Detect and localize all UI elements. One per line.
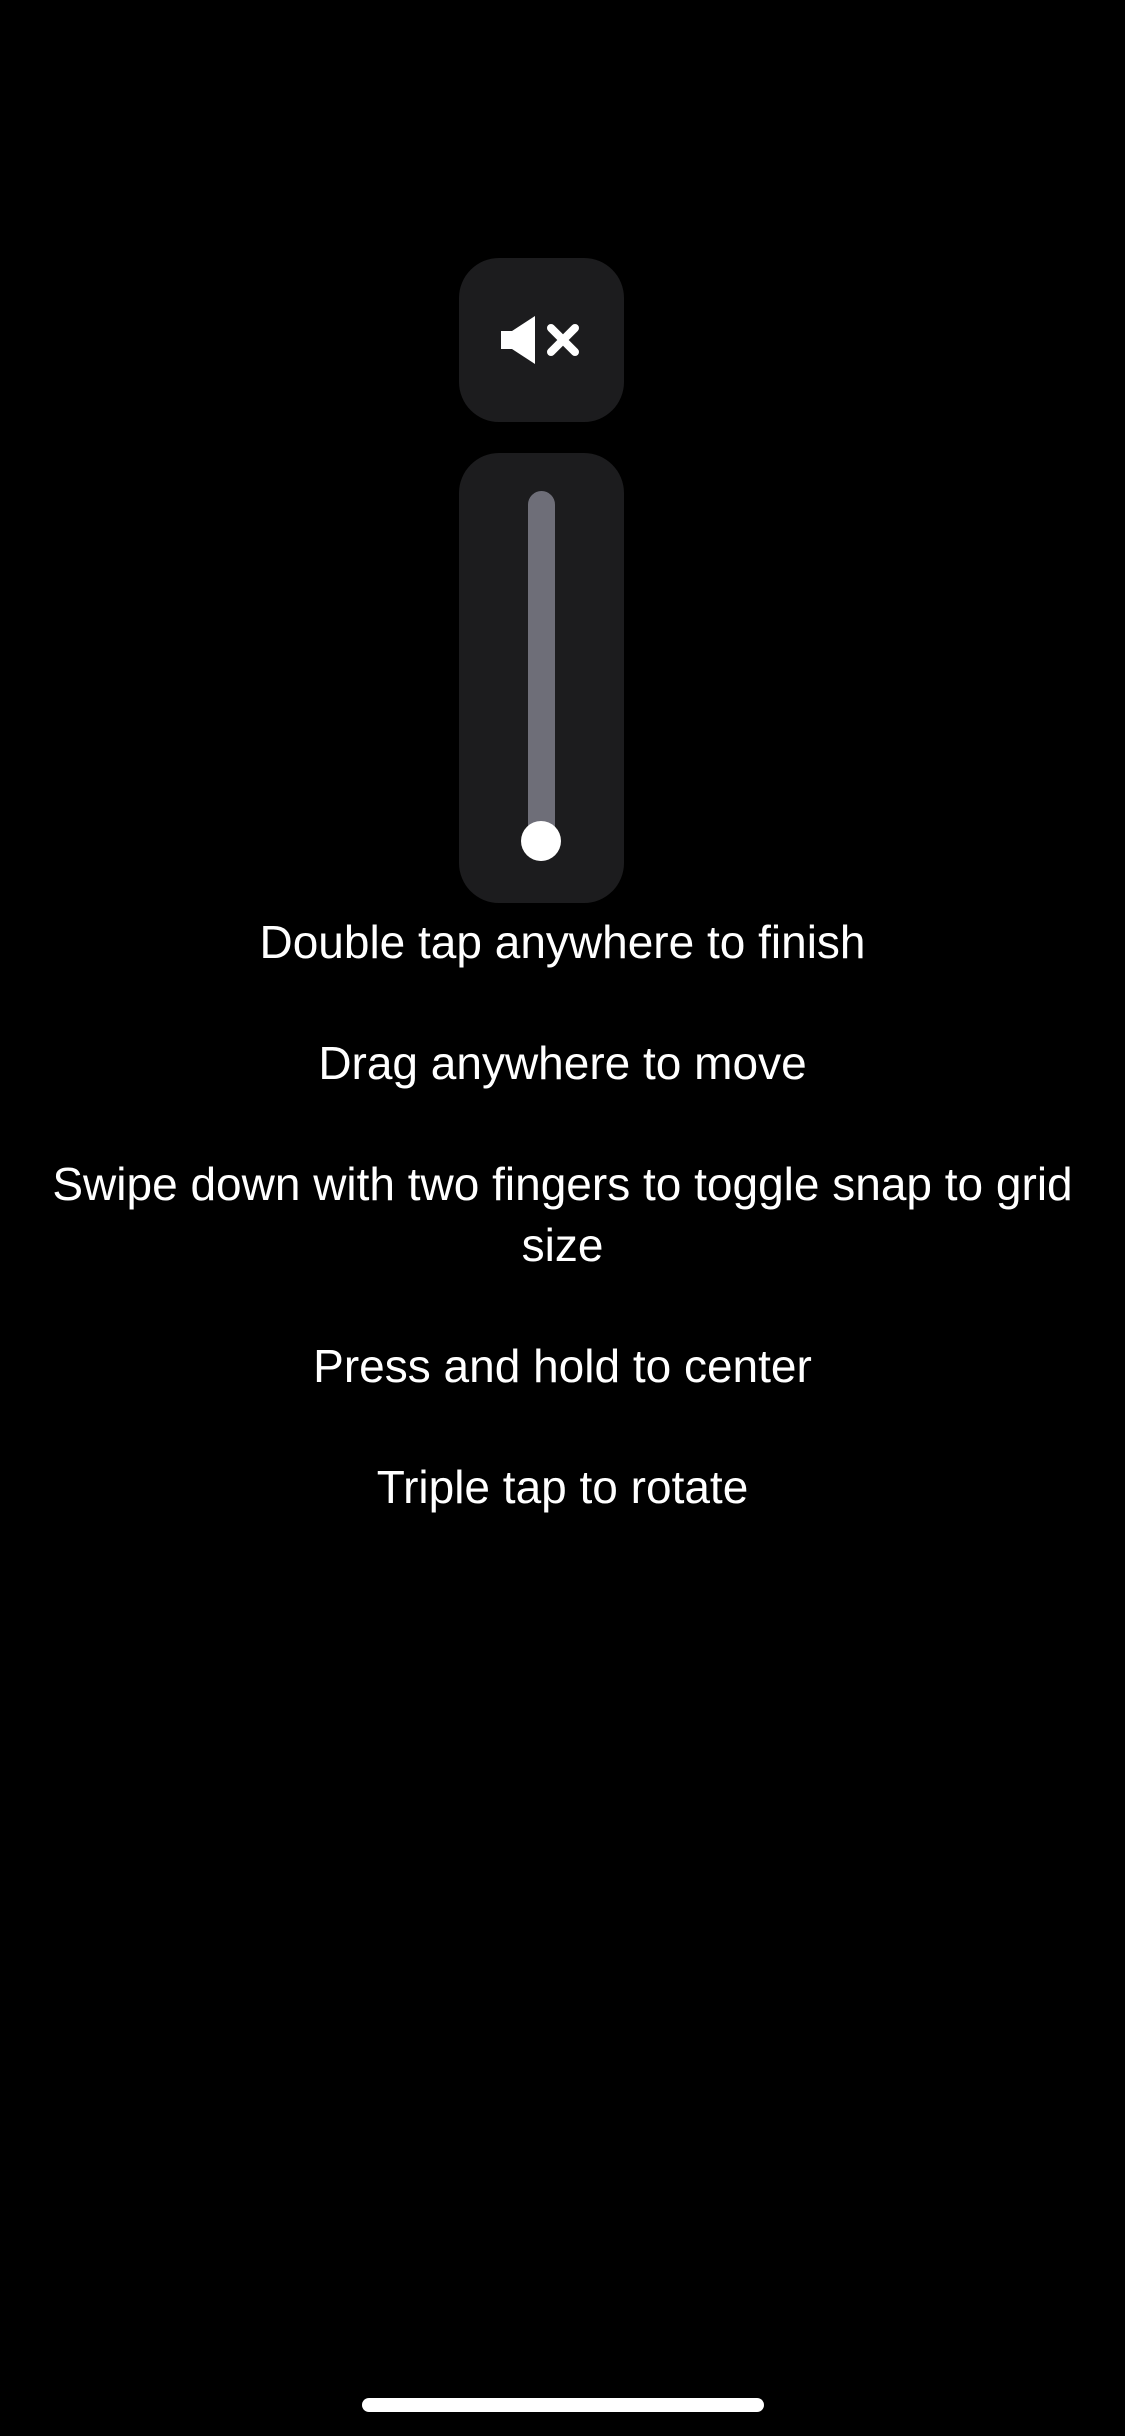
volume-slider[interactable] [459,453,624,903]
home-indicator[interactable] [362,2398,764,2412]
instruction-rotate: Triple tap to rotate [376,1461,749,1513]
mute-button[interactable] [459,258,624,422]
volume-slider-thumb[interactable] [521,821,561,861]
speaker-mute-icon [500,316,579,364]
volume-slider-track[interactable] [528,491,555,861]
instructions-list: Double tap anywhere to finish Drag anywh… [0,912,1125,1578]
instruction-center: Press and hold to center [313,1340,812,1392]
instruction-finish: Double tap anywhere to finish [259,916,866,968]
instruction-snap-to-grid: Swipe down with two fingers to toggle sn… [52,1158,1073,1271]
instruction-move: Drag anywhere to move [318,1037,807,1089]
